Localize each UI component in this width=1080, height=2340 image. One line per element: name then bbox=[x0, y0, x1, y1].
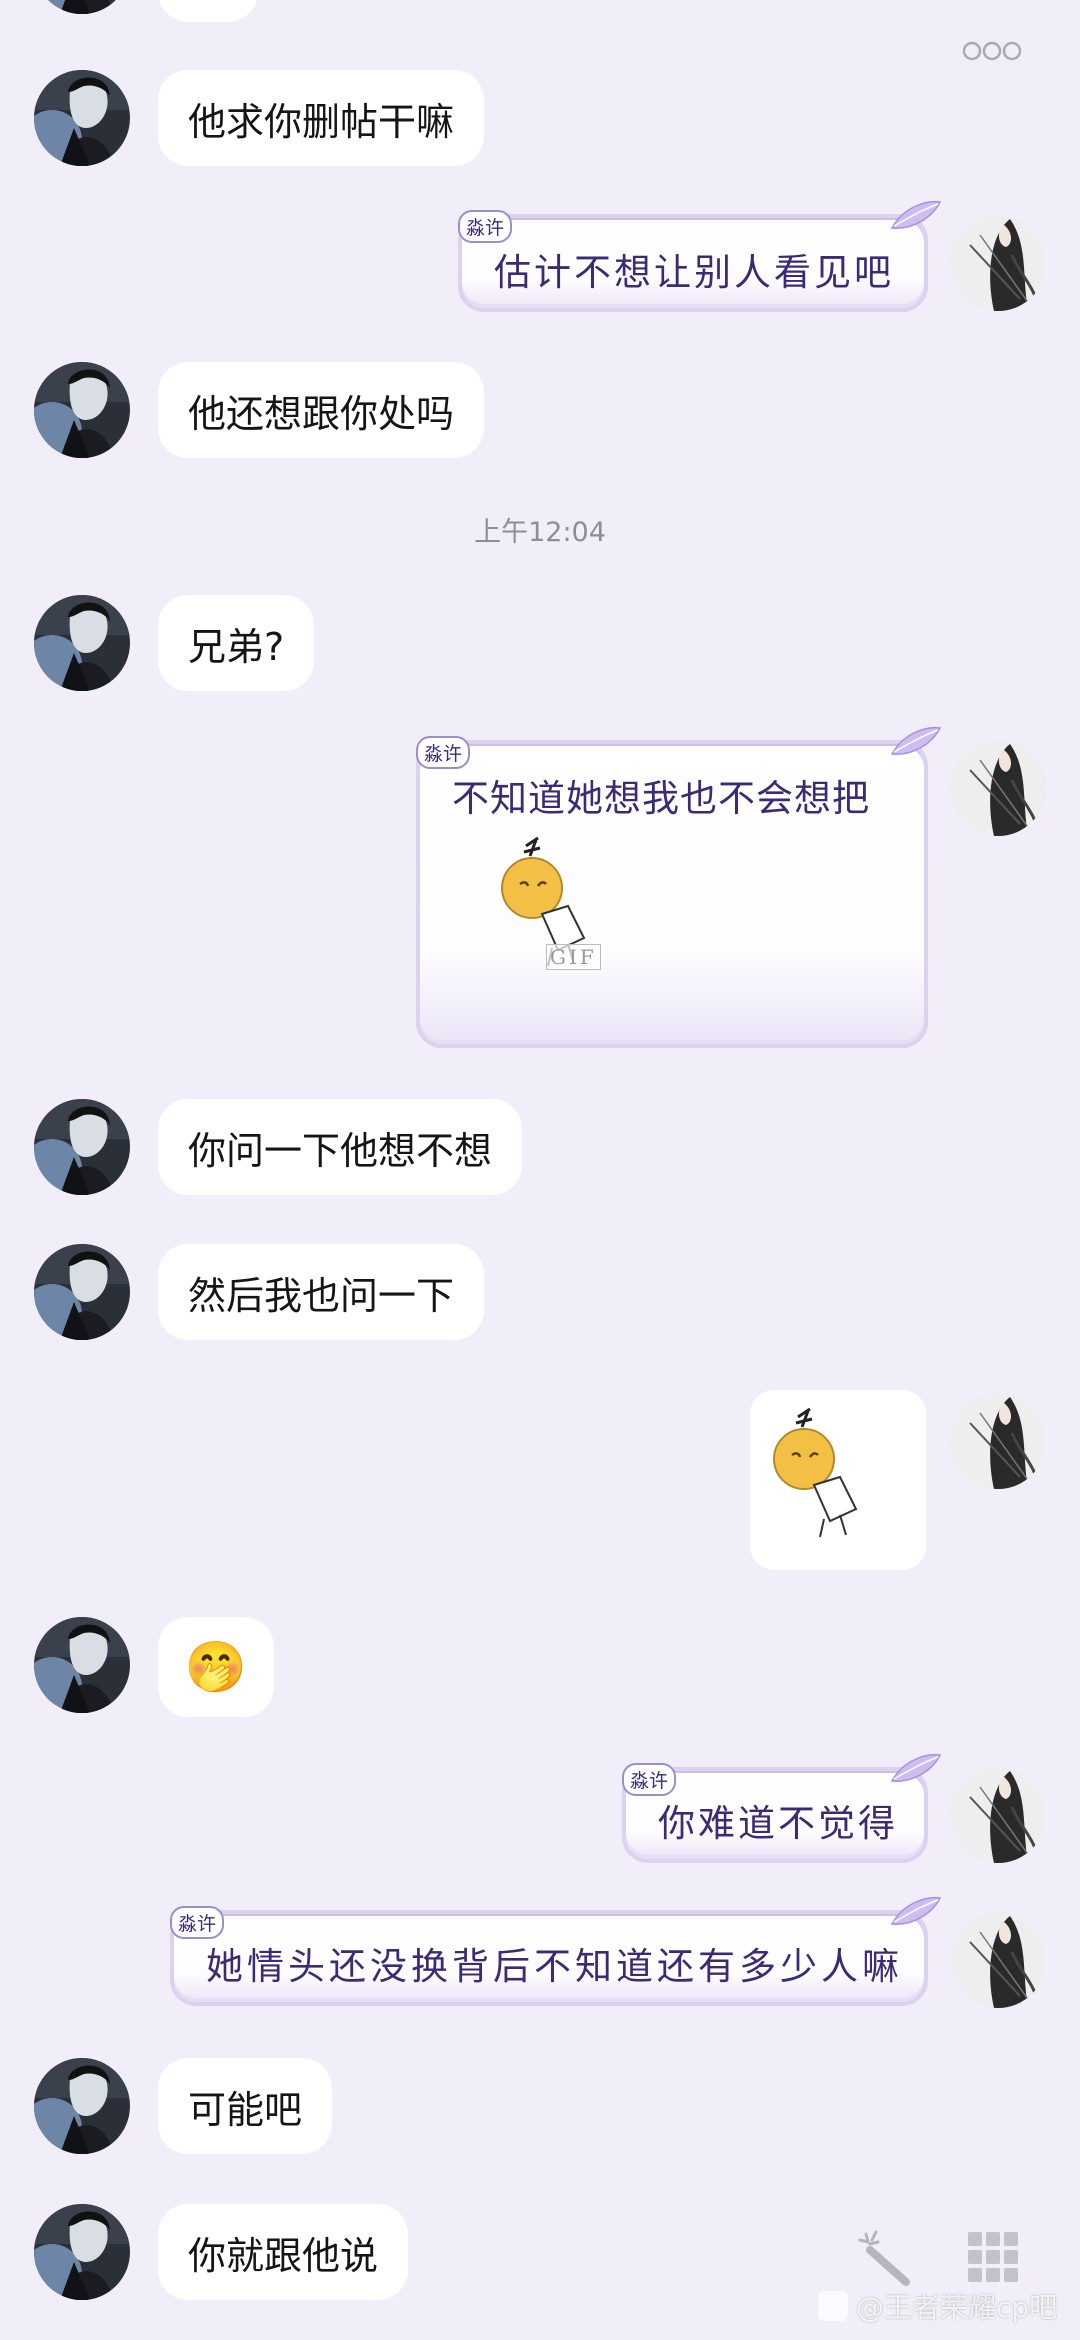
avatar[interactable] bbox=[34, 2058, 130, 2154]
message-text: 他求你删帖干嘛 bbox=[188, 99, 455, 144]
magic-wand-icon[interactable] bbox=[856, 2228, 916, 2288]
message-bubble[interactable]: 🤭 bbox=[158, 1617, 274, 1717]
user-tag: 淼许 bbox=[458, 210, 513, 243]
user-tag: 淼许 bbox=[170, 1906, 225, 1939]
message-text: 兄弟? bbox=[188, 624, 285, 669]
message-text: 你难道不觉得 bbox=[658, 1802, 898, 1845]
user-tag: 淼许 bbox=[416, 736, 471, 769]
feather-icon bbox=[891, 1753, 941, 1782]
message-text: 估计不想让别人看见吧 bbox=[494, 251, 894, 294]
message-text: 你就跟他说 bbox=[188, 2233, 379, 2278]
message-text: 然后我也问一下 bbox=[188, 1273, 455, 1318]
message-bubble[interactable]: 兄弟? bbox=[158, 595, 315, 691]
message-text: 他还想跟你处吗 bbox=[188, 391, 455, 436]
message-bubble[interactable]: 然后我也问一下 bbox=[158, 1244, 485, 1340]
feather-icon bbox=[891, 1896, 941, 1925]
message-text: 她情头还没换背后不知道还有多少人嘛 bbox=[206, 1945, 903, 1988]
avatar[interactable] bbox=[950, 1912, 1046, 2008]
avatar[interactable] bbox=[34, 0, 130, 14]
avatar[interactable] bbox=[34, 1099, 130, 1195]
timestamp: 上午12:04 bbox=[474, 517, 606, 548]
watermark-logo-icon bbox=[818, 2291, 848, 2321]
message-bubble[interactable]: 淼许 不知道她想我也不会想把 GIF bbox=[416, 726, 941, 1048]
message-bubble-partial[interactable] bbox=[158, 0, 258, 22]
avatar[interactable] bbox=[950, 215, 1046, 311]
message-bubble[interactable]: 他还想跟你处吗 bbox=[158, 362, 485, 458]
message-bubble[interactable]: 他求你删帖干嘛 bbox=[158, 70, 485, 166]
message-bubble[interactable]: 淼许 你难道不觉得 bbox=[622, 1753, 941, 1863]
message-bubble[interactable]: 淼许 她情头还没换背后不知道还有多少人嘛 bbox=[170, 1896, 941, 2006]
orange-head-sticker[interactable] bbox=[768, 1398, 878, 1548]
watermark-text: @王者荣耀cp吧 bbox=[856, 2291, 1058, 2324]
avatar[interactable] bbox=[34, 362, 130, 458]
watermark: @王者荣耀cp吧 bbox=[818, 2284, 1057, 2328]
avatar[interactable] bbox=[950, 1767, 1046, 1863]
avatar[interactable] bbox=[34, 1617, 130, 1713]
message-bubble[interactable]: 你问一下他想不想 bbox=[158, 1099, 523, 1195]
message-text: 可能吧 bbox=[188, 2087, 303, 2132]
avatar[interactable] bbox=[34, 2204, 130, 2300]
avatar[interactable] bbox=[950, 1393, 1046, 1489]
message-bubble[interactable]: 可能吧 bbox=[158, 2058, 333, 2154]
grid-icon[interactable] bbox=[966, 2230, 1020, 2284]
gif-badge: GIF bbox=[546, 944, 601, 970]
avatar[interactable] bbox=[34, 1244, 130, 1340]
message-text: 你问一下他想不想 bbox=[188, 1128, 493, 1173]
message-bubble[interactable] bbox=[750, 1390, 926, 1570]
message-bubble[interactable]: 淼许 估计不想让别人看见吧 bbox=[458, 200, 941, 312]
user-tag: 淼许 bbox=[622, 1763, 677, 1796]
avatar[interactable] bbox=[950, 740, 1046, 836]
avatar[interactable] bbox=[34, 595, 130, 691]
more-icon[interactable] bbox=[962, 40, 1022, 62]
message-text: 不知道她想我也不会想把 bbox=[452, 777, 870, 820]
orange-head-sticker[interactable]: GIF bbox=[496, 832, 606, 982]
avatar[interactable] bbox=[34, 70, 130, 166]
message-bubble[interactable]: 你就跟他说 bbox=[158, 2204, 409, 2300]
emoji-face-with-hand-over-mouth: 🤭 bbox=[184, 1637, 248, 1696]
feather-icon bbox=[891, 200, 941, 229]
feather-icon bbox=[891, 726, 941, 755]
